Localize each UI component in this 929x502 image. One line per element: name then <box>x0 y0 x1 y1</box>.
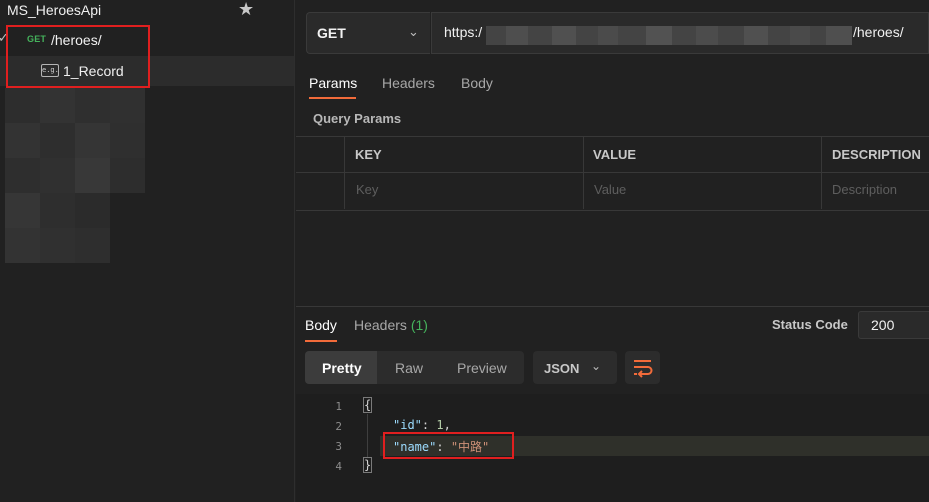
view-mode-raw[interactable]: Raw <box>395 360 423 376</box>
method-select-label: GET <box>317 25 346 41</box>
json-line-id: "id": 1, <box>393 418 451 432</box>
annotation-highlight-box <box>383 432 514 459</box>
response-tab-body[interactable]: Body <box>305 317 337 333</box>
wrap-lines-icon <box>634 360 653 378</box>
view-mode-pretty-label: Pretty <box>322 360 362 376</box>
redacted-area <box>5 88 145 263</box>
headers-count: (1) <box>410 317 428 333</box>
tab-body[interactable]: Body <box>461 75 493 91</box>
value-input[interactable]: Value <box>594 182 626 197</box>
json-key-id: "id" <box>393 418 422 432</box>
format-select-label: JSON <box>544 361 580 376</box>
description-input[interactable]: Description <box>832 182 897 197</box>
response-tab-headers-label: Headers <box>354 317 407 333</box>
column-header-value: VALUE <box>593 147 637 162</box>
active-tab-indicator <box>309 97 356 99</box>
json-open-brace: { <box>362 397 373 413</box>
line-number: 2 <box>335 420 342 433</box>
response-divider[interactable] <box>296 306 929 307</box>
url-prefix: https:/ <box>444 24 483 40</box>
active-response-tab-indicator <box>305 340 337 342</box>
star-icon[interactable]: ★ <box>238 0 254 20</box>
line-number: 1 <box>335 400 342 413</box>
json-close-brace: } <box>362 457 373 473</box>
column-header-description: DESCRIPTION <box>832 147 921 162</box>
view-mode-preview[interactable]: Preview <box>457 360 507 376</box>
annotation-highlight-box <box>6 25 150 88</box>
response-tab-headers[interactable]: Headers (1) <box>354 317 428 333</box>
status-code-value: 200 <box>871 317 895 333</box>
collection-name[interactable]: MS_HeroesApi <box>7 2 101 18</box>
chevron-down-icon: ⌄ <box>591 359 602 373</box>
redacted-url <box>486 26 852 45</box>
line-number: 3 <box>335 440 342 453</box>
chevron-down-icon: ⌄ <box>408 24 419 39</box>
indent-guide <box>367 414 368 458</box>
status-code-label: Status Code <box>772 317 848 332</box>
line-number: 4 <box>335 460 342 473</box>
url-suffix: /heroes/ <box>853 24 904 40</box>
key-input[interactable]: Key <box>356 182 378 197</box>
column-header-key: KEY <box>355 147 382 162</box>
json-value-id: 1 <box>436 418 444 432</box>
wrap-lines-button[interactable] <box>625 351 660 384</box>
tab-params[interactable]: Params <box>309 75 357 91</box>
tab-headers[interactable]: Headers <box>382 75 435 91</box>
query-params-label: Query Params <box>313 111 402 126</box>
